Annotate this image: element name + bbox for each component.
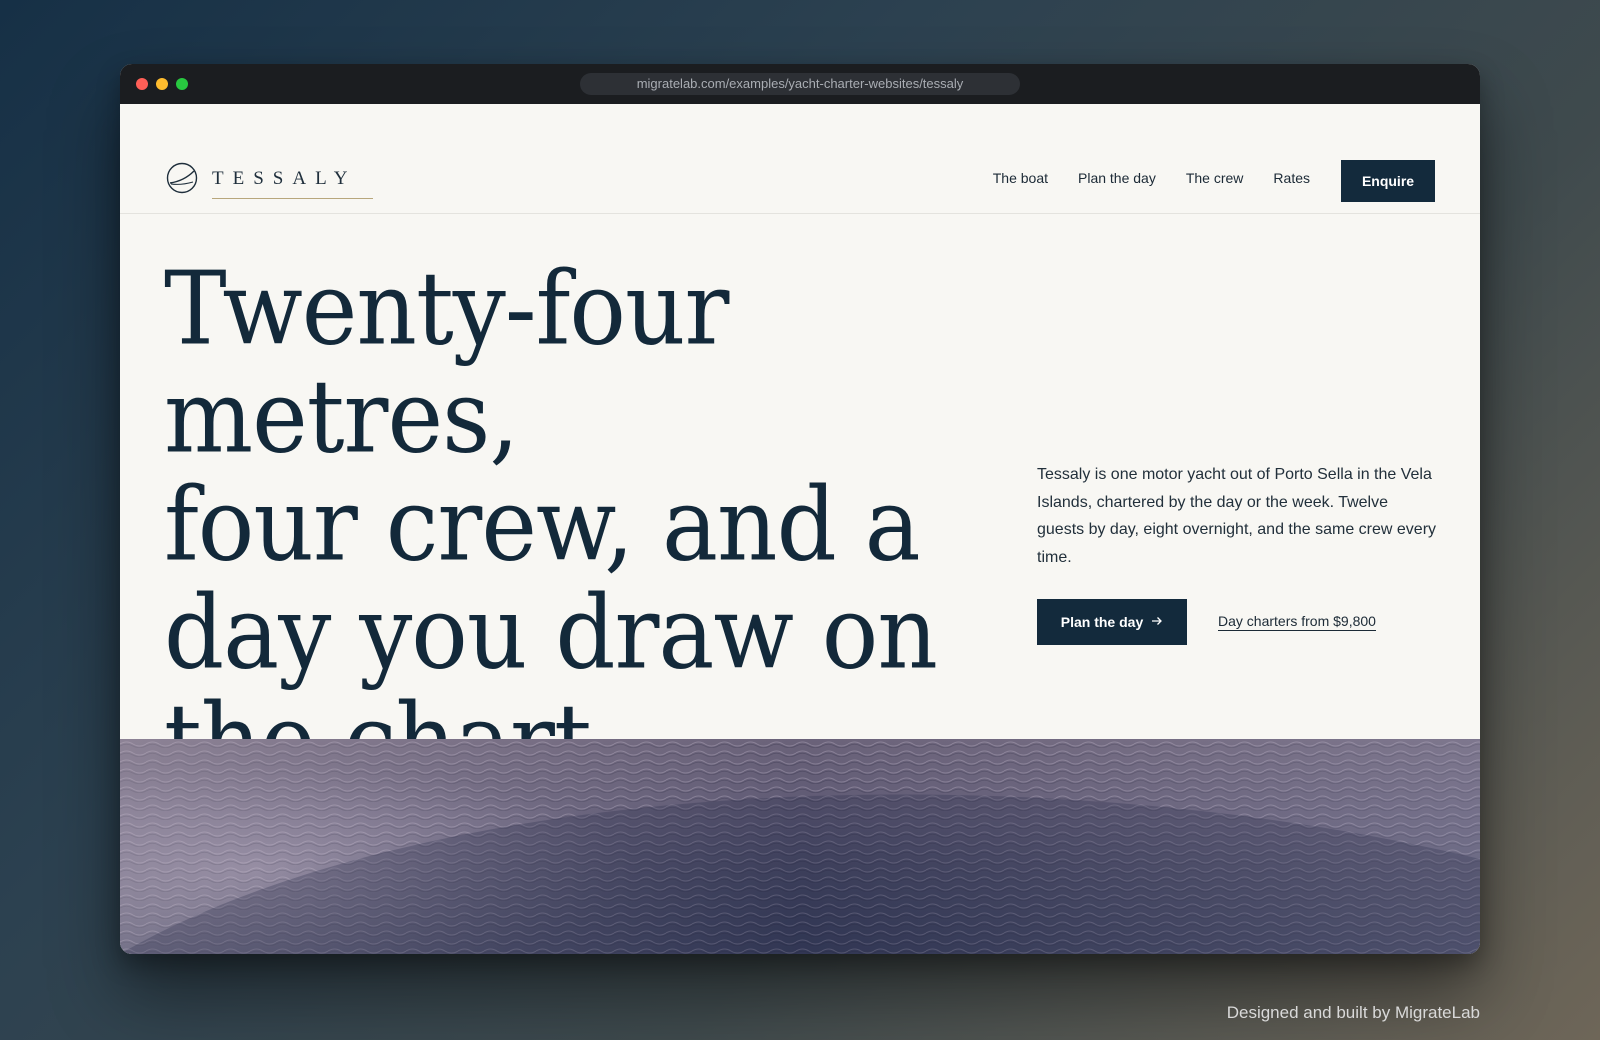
day-charters-rates-link[interactable]: Day charters from $9,800 (1218, 613, 1376, 631)
web-page: TESSALY The boat Plan the day The crew R… (120, 104, 1480, 954)
hero-description: Tessaly is one motor yacht out of Porto … (1037, 466, 1437, 566)
headline-line: four crew, and a (164, 466, 921, 585)
plan-the-day-label: Plan the day (1060, 614, 1144, 630)
nav-link-the-boat[interactable]: The boat (993, 170, 1048, 186)
hero-actions: Plan the day Day charters from $9,800 (1037, 599, 1437, 645)
nav-link-rates[interactable]: Rates (1273, 170, 1310, 186)
brand-logo[interactable]: TESSALY (166, 162, 372, 199)
site-header: TESSALY The boat Plan the day The crew R… (120, 104, 1480, 214)
address-bar[interactable]: migratelab.com/examples/yacht-charter-we… (580, 73, 1020, 95)
close-window-button[interactable] (136, 78, 148, 90)
main-nav: The boat Plan the day The crew Rates (993, 170, 1310, 186)
footer-credit: Designed and built by MigrateLab (1226, 1003, 1480, 1022)
enquire-button[interactable]: Enquire (1341, 160, 1435, 202)
sailing-circle-icon (166, 162, 198, 199)
sea-surface-image (120, 739, 1480, 954)
hero-intro: Tessaly is one motor yacht out of Porto … (1037, 461, 1437, 645)
minimize-window-button[interactable] (156, 78, 168, 90)
plan-the-day-button[interactable]: Plan the day (1037, 599, 1187, 645)
arrow-right-icon (1151, 614, 1163, 630)
nav-link-the-crew[interactable]: The crew (1186, 170, 1244, 186)
browser-titlebar: migratelab.com/examples/yacht-charter-we… (120, 64, 1480, 104)
headline-line: day you draw on (164, 574, 938, 693)
browser-window: migratelab.com/examples/yacht-charter-we… (120, 64, 1480, 954)
brand-wordmark: TESSALY (212, 168, 372, 199)
maximize-window-button[interactable] (176, 78, 188, 90)
headline-line: Twenty-four metres, (164, 250, 729, 477)
hero-headline: Twenty-four metres, four crew, and a day… (164, 250, 994, 796)
nav-link-plan-the-day[interactable]: Plan the day (1078, 170, 1156, 186)
